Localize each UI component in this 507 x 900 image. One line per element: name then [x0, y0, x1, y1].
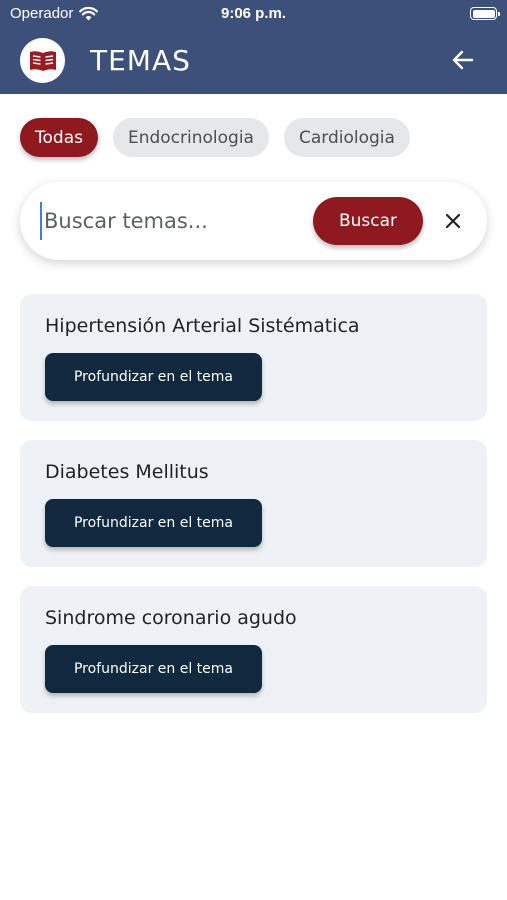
filter-chip-endocrinologia[interactable]: Endocrinologia: [112, 118, 269, 157]
status-time: 9:06 p.m.: [220, 5, 287, 22]
filter-chips: Todas Endocrinologia Cardiologia: [20, 118, 410, 157]
topic-card: Diabetes Mellitus Profundizar en el tema: [20, 440, 487, 567]
topic-card: Hipertensión Arterial Sistématica Profun…: [20, 294, 487, 421]
topic-card: Sindrome coronario agudo Profundizar en …: [20, 586, 487, 713]
search-input[interactable]: [40, 202, 310, 240]
battery-icon: [470, 7, 500, 20]
search-button[interactable]: Buscar: [313, 197, 423, 245]
arrow-left-icon: [452, 50, 474, 70]
topic-detail-button[interactable]: Profundizar en el tema: [45, 499, 262, 547]
app-header: Operador 9:06 p.m. TEMAS: [0, 0, 507, 94]
status-bar: Operador 9:06 p.m.: [0, 0, 507, 30]
clear-search-button[interactable]: [438, 206, 468, 236]
topic-list: Hipertensión Arterial Sistématica Profun…: [20, 294, 487, 732]
topic-title: Hipertensión Arterial Sistématica: [45, 315, 360, 337]
back-button[interactable]: [446, 45, 480, 75]
filter-chip-todas[interactable]: Todas: [20, 118, 98, 157]
search-bar: Buscar: [20, 182, 487, 260]
topic-title: Sindrome coronario agudo: [45, 607, 297, 629]
close-icon: [445, 213, 461, 229]
topic-detail-button[interactable]: Profundizar en el tema: [45, 645, 262, 693]
book-icon: [20, 38, 65, 83]
topic-title: Diabetes Mellitus: [45, 461, 209, 483]
page-title: TEMAS: [90, 44, 191, 77]
topic-detail-button[interactable]: Profundizar en el tema: [45, 353, 262, 401]
filter-chip-cardiologia[interactable]: Cardiologia: [283, 118, 410, 157]
